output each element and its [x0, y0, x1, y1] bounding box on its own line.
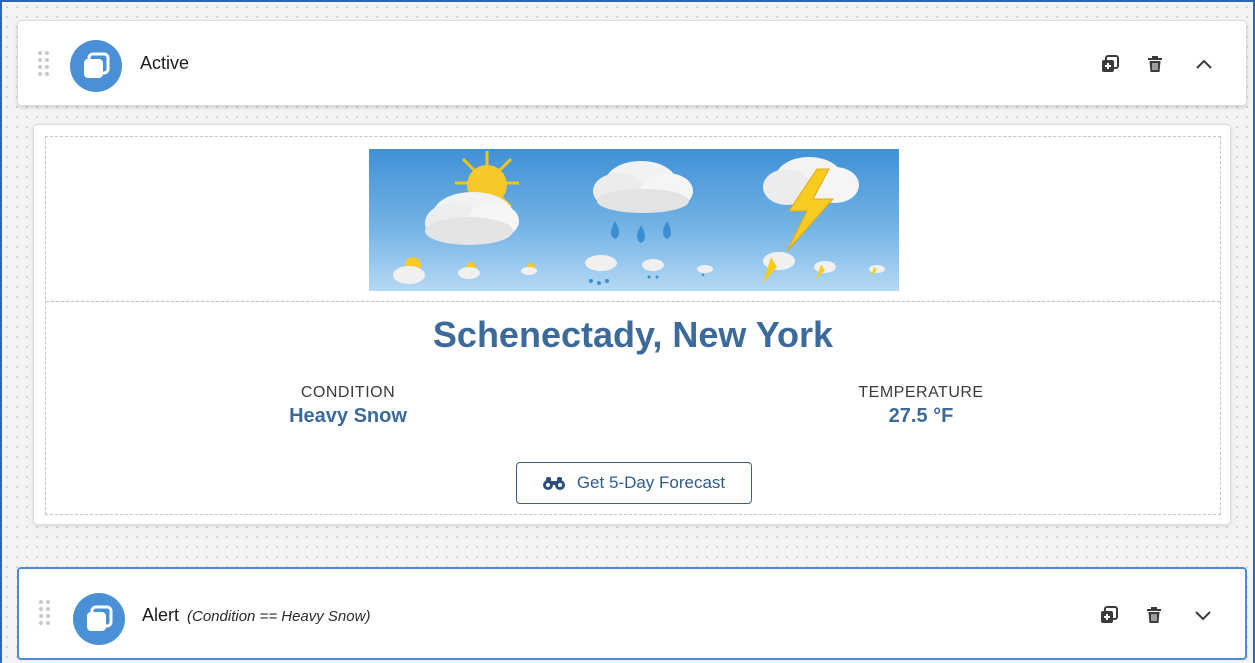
- condition-label: CONDITION: [300, 384, 396, 401]
- active-panel-header[interactable]: Active: [17, 20, 1247, 106]
- drag-handle-icon[interactable]: [39, 600, 53, 626]
- get-forecast-label: Get 5-Day Forecast: [576, 473, 726, 492]
- weather-card: Schenectady, New York CONDITION Heavy Sn…: [33, 124, 1231, 525]
- temperature-label: TEMPERATURE: [858, 384, 984, 401]
- chevron-down-icon[interactable]: [1193, 605, 1215, 627]
- trash-icon[interactable]: [1145, 54, 1167, 76]
- copy-stack-icon: [73, 593, 125, 645]
- card-divider: [46, 301, 1220, 302]
- sun-cloud-icon: [425, 151, 519, 245]
- location-title: Schenectady, New York: [432, 314, 834, 355]
- rain-cloud-icon: [593, 161, 693, 243]
- weather-banner: [369, 149, 899, 291]
- condition-value: Heavy Snow: [289, 405, 407, 427]
- duplicate-icon[interactable]: [1100, 54, 1122, 76]
- canvas-area: Active Schenectady, New York CONDITION H…: [0, 0, 1255, 663]
- condition-block: CONDITION Heavy Snow: [278, 384, 418, 428]
- chevron-up-icon[interactable]: [1194, 54, 1216, 76]
- binoculars-icon: [542, 477, 565, 490]
- copy-stack-icon: [70, 40, 122, 92]
- weather-card-body: Schenectady, New York CONDITION Heavy Sn…: [45, 136, 1221, 515]
- alert-panel-header[interactable]: Alert (Condition == Heavy Snow): [17, 567, 1247, 660]
- temperature-block: TEMPERATURE 27.5 °F: [846, 384, 996, 428]
- trash-icon[interactable]: [1144, 605, 1166, 627]
- active-panel-title: Active: [140, 53, 190, 73]
- alert-title-text: Alert: [142, 605, 180, 625]
- temperature-value: 27.5 °F: [888, 405, 954, 427]
- alert-panel-title: Alert (Condition == Heavy Snow): [142, 605, 370, 626]
- get-forecast-button[interactable]: Get 5-Day Forecast: [516, 462, 752, 504]
- drag-handle-icon[interactable]: [38, 51, 52, 77]
- thunder-cloud-icon: [763, 157, 859, 252]
- alert-condition-text: (Condition == Heavy Snow): [187, 608, 371, 625]
- duplicate-icon[interactable]: [1099, 605, 1121, 627]
